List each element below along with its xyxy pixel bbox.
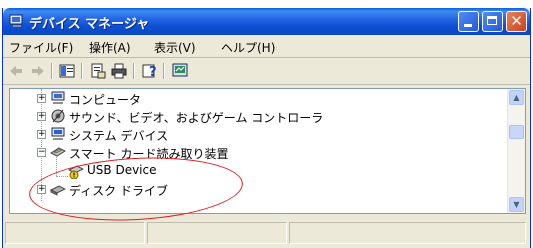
close-icon: ✕ xyxy=(510,12,523,30)
expand-toggle[interactable]: + xyxy=(37,112,46,121)
svg-text:?: ? xyxy=(149,65,157,80)
back-arrow-icon[interactable] xyxy=(7,62,25,80)
tree-item-label: ディスク ドライブ xyxy=(69,184,168,198)
toolbar: ? xyxy=(3,58,530,85)
minimize-button[interactable] xyxy=(458,11,479,32)
background-top xyxy=(0,0,533,8)
disk-drive-icon xyxy=(50,185,66,196)
scroll-down-button[interactable]: ▼ xyxy=(509,197,524,212)
tree-item-label: スマート カード読み取り装置 xyxy=(69,147,229,161)
usb-device-warning-icon xyxy=(68,165,84,179)
tree-item-label: システム デバイス xyxy=(69,129,169,143)
tree-item-sound-video-game[interactable]: + サウンド、ビデオ、およびゲーム コントローラ xyxy=(10,108,505,126)
expand-toggle[interactable]: + xyxy=(37,185,46,194)
smart-card-reader-icon xyxy=(50,147,66,157)
status-pane xyxy=(5,222,145,244)
console-tree-icon[interactable] xyxy=(58,62,76,80)
maximize-button[interactable] xyxy=(482,11,503,32)
status-pane xyxy=(147,222,287,244)
device-manager-window: デバイス マネージャ ✕ ファイル(F) 操作(A) 表示(V) ヘルプ(H) xyxy=(2,8,531,248)
menu-bar: ファイル(F) 操作(A) 表示(V) ヘルプ(H) xyxy=(3,35,530,58)
tree-item-label: サウンド、ビデオ、およびゲーム コントローラ xyxy=(69,111,324,125)
scroll-up-button[interactable]: ▲ xyxy=(509,90,524,105)
menu-help[interactable]: ヘルプ(H) xyxy=(221,39,275,56)
toolbar-separator xyxy=(133,63,135,79)
window-title: デバイス マネージャ xyxy=(29,17,150,32)
toolbar-separator xyxy=(163,63,165,79)
minimize-icon xyxy=(464,24,472,27)
tree-item-usb-device[interactable]: USB Device xyxy=(10,162,505,180)
properties-icon[interactable] xyxy=(89,62,107,80)
toolbar-separator xyxy=(51,63,53,79)
computer-icon xyxy=(51,91,65,104)
device-manager-icon xyxy=(9,14,23,27)
expand-toggle[interactable]: + xyxy=(37,130,46,139)
title-bar[interactable]: デバイス マネージャ ✕ xyxy=(3,8,530,35)
system-device-icon xyxy=(51,127,65,140)
tree-item-disk-drives[interactable]: + ディスク ドライブ xyxy=(10,181,505,199)
forward-arrow-icon[interactable] xyxy=(29,62,47,80)
tree-item-system-devices[interactable]: + システム デバイス xyxy=(10,126,505,144)
maximize-icon xyxy=(487,16,497,25)
close-button[interactable]: ✕ xyxy=(506,11,527,32)
tree-item-smart-card-readers[interactable]: − スマート カード読み取り装置 xyxy=(10,144,505,162)
sound-icon xyxy=(51,109,65,123)
vertical-scrollbar[interactable]: ▲ ▼ xyxy=(507,89,525,213)
tree-item-label: USB Device xyxy=(87,163,157,177)
scroll-thumb[interactable] xyxy=(509,125,524,139)
status-bar xyxy=(3,218,530,248)
help-icon[interactable]: ? xyxy=(141,62,159,80)
collapse-toggle[interactable]: − xyxy=(37,148,46,157)
menu-action[interactable]: 操作(A) xyxy=(89,39,131,56)
print-icon[interactable] xyxy=(110,62,128,80)
menu-file[interactable]: ファイル(F) xyxy=(9,39,73,56)
toolbar-separator xyxy=(81,63,83,79)
status-pane xyxy=(289,222,526,244)
menu-view[interactable]: 表示(V) xyxy=(154,39,196,56)
tree-item-computer[interactable]: + コンピュータ xyxy=(10,90,505,108)
scan-hardware-icon[interactable] xyxy=(171,62,189,80)
expand-toggle[interactable]: + xyxy=(37,94,46,103)
tree-item-label: コンピュータ xyxy=(69,93,142,107)
device-tree-panel[interactable]: + コンピュータ + サウンド、ビデオ、およびゲーム コントローラ + システム… xyxy=(9,88,526,214)
chevron-down-icon: ▼ xyxy=(513,200,520,209)
chevron-up-icon: ▲ xyxy=(513,93,520,102)
